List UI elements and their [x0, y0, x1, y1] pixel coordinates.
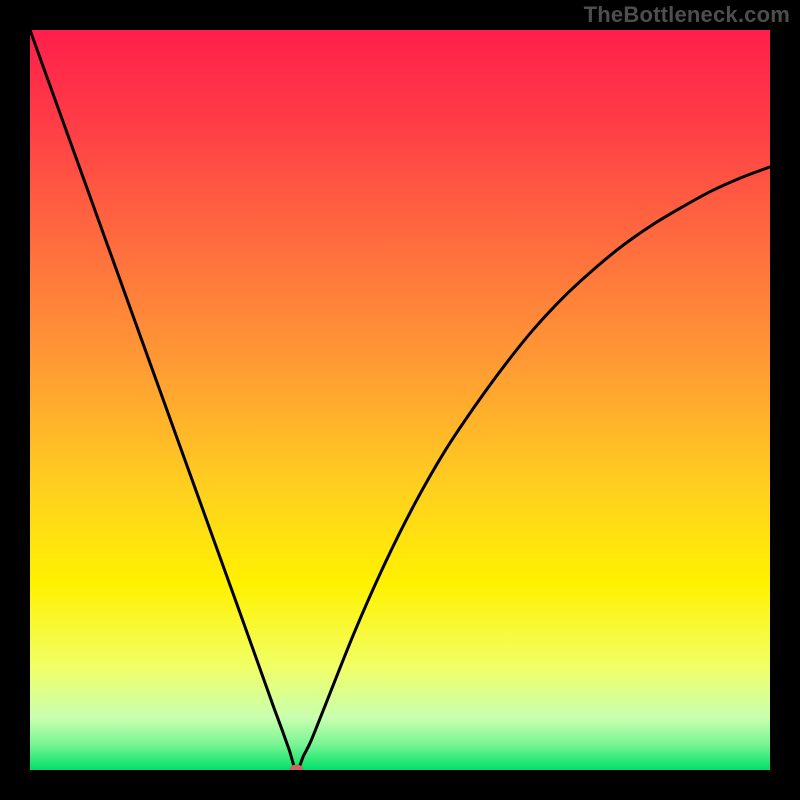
plot-area: [30, 30, 770, 770]
gradient-background: [30, 30, 770, 770]
bottleneck-chart: [30, 30, 770, 770]
chart-frame: TheBottleneck.com: [0, 0, 800, 800]
watermark-label: TheBottleneck.com: [584, 2, 790, 28]
